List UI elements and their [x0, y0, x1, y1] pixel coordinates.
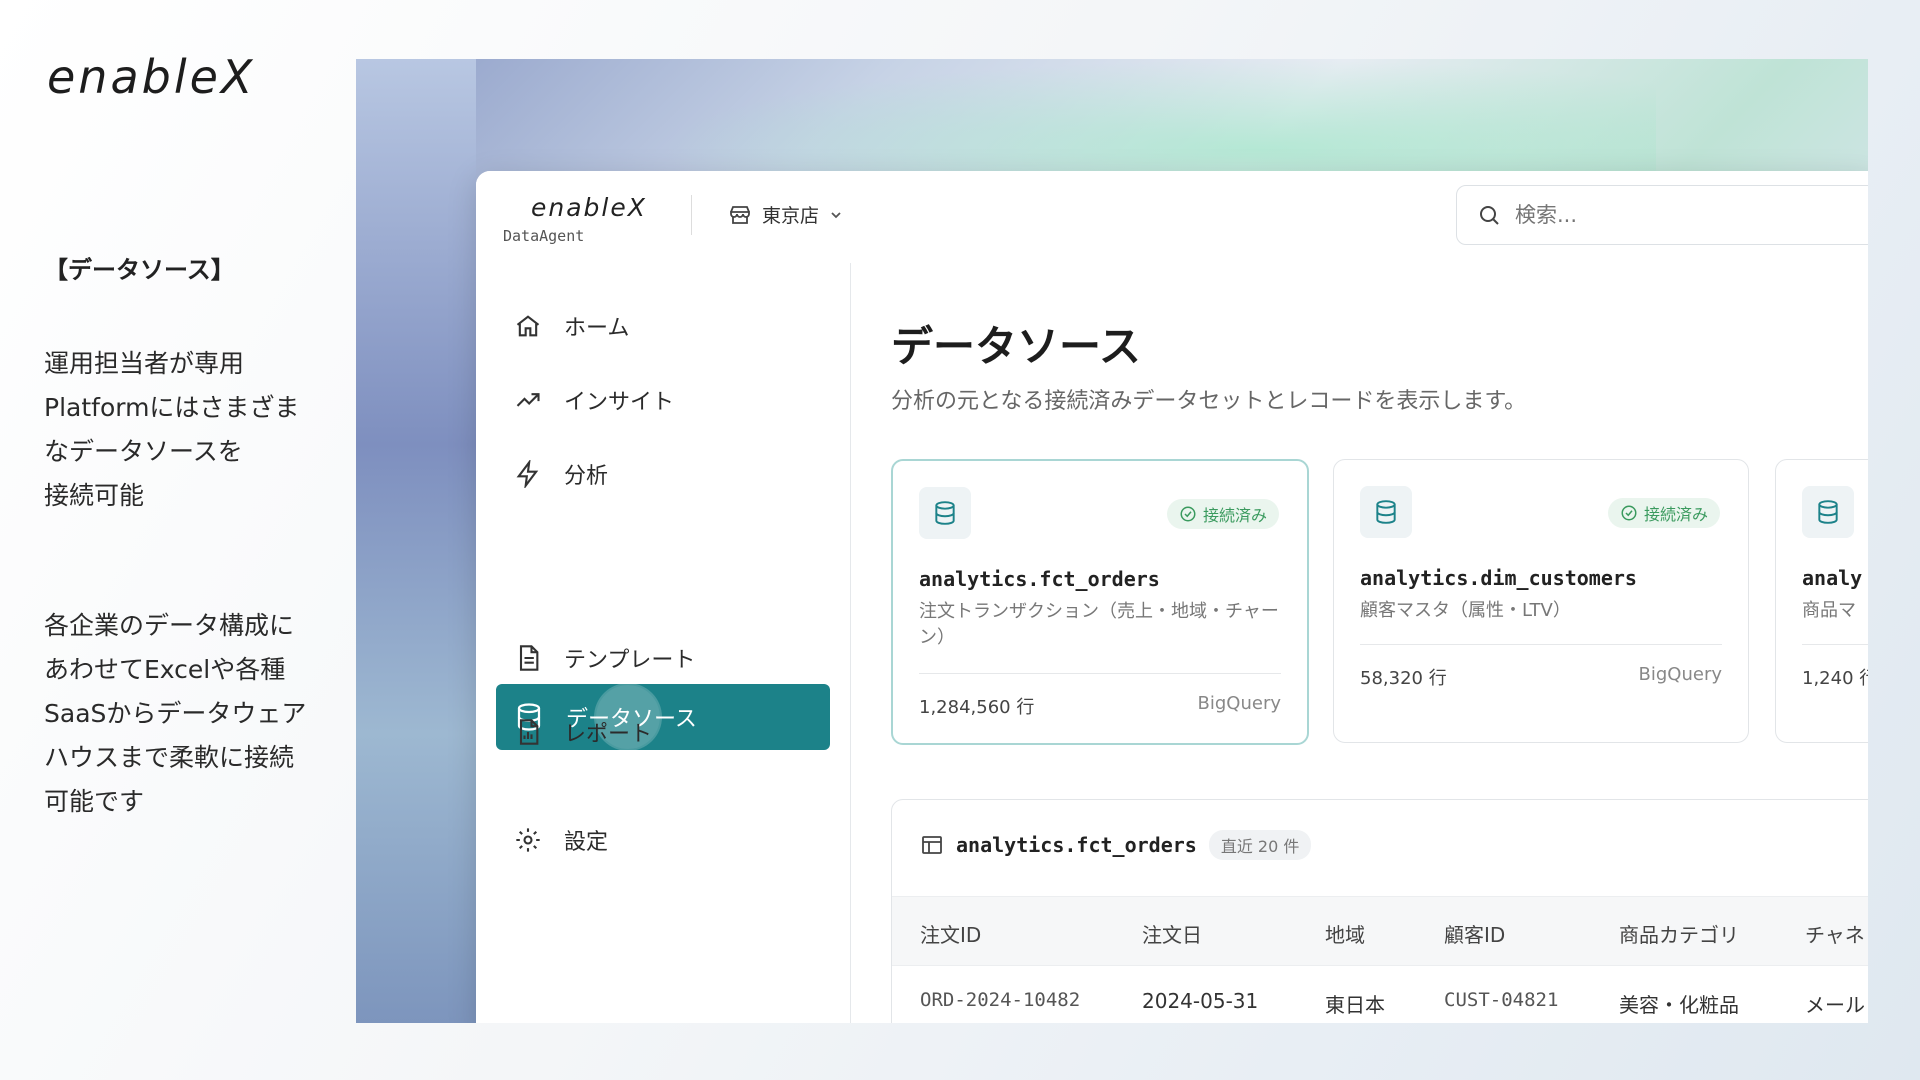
column-header[interactable]: 商品カテゴリ — [1619, 919, 1739, 948]
datasource-description: 商品マ — [1802, 600, 1856, 621]
datasource-row-count: 58,320 行 — [1360, 668, 1447, 689]
sidebar: ホーム インサイト 分析 データソース テンプレート レポート 設定 — [476, 263, 851, 1023]
datasource-card[interactable]: analy 商品マ 1,240 行 — [1775, 459, 1868, 743]
datasource-description: 顧客マスタ（属性・LTV） — [1360, 600, 1571, 621]
table-cell: ORD-2024-10482 — [920, 989, 1081, 1011]
main-content: データソース 分析の元となる接続済みデータセットとレコードを表示します。 接続済… — [851, 263, 1868, 1023]
status-badge: 接続済み — [1166, 499, 1279, 529]
column-header[interactable]: 地域 — [1325, 919, 1365, 948]
section-title: 【データソース】 — [44, 256, 235, 284]
page-subtitle: 分析の元となる接続済みデータセットとレコードを表示します。 — [891, 389, 1527, 414]
records-table-panel: analytics.fct_orders 直近 20 件 注文ID 注文日 地域… — [891, 799, 1868, 1023]
datasource-name: analytics.dim_customers — [1360, 566, 1637, 590]
column-header[interactable]: チャネ — [1805, 919, 1865, 948]
database-icon — [1802, 486, 1854, 538]
report-icon — [519, 719, 539, 745]
sidebar-item-label: ホーム — [564, 316, 630, 341]
chevron-down-icon — [831, 211, 841, 218]
table-cell: 2024-05-31 — [1142, 989, 1259, 1013]
column-header[interactable]: 注文ID — [920, 919, 981, 948]
sidebar-item-label: 分析 — [564, 464, 609, 489]
card-divider — [1802, 644, 1868, 645]
check-circle-icon — [1180, 506, 1196, 522]
table-header-row: 注文ID 注文日 地域 顧客ID 商品カテゴリ チャネ — [892, 896, 1868, 966]
column-header[interactable]: 注文日 — [1142, 919, 1202, 948]
sidebar-item-label: インサイト — [564, 390, 675, 415]
frame-background-band — [356, 59, 476, 1023]
sidebar-item-analysis[interactable]: 分析 — [496, 441, 830, 507]
brand-logo: enableX — [47, 50, 256, 104]
search-input[interactable] — [1513, 202, 1817, 228]
sidebar-item-label: テンプレート — [564, 648, 696, 673]
database-icon — [919, 487, 971, 539]
sidebar-item-settings[interactable]: 設定 — [496, 807, 830, 873]
table-cell: メール — [1805, 993, 1865, 1017]
column-header[interactable]: 顧客ID — [1444, 919, 1505, 948]
sidebar-item-home[interactable]: ホーム — [496, 293, 830, 359]
table-icon — [922, 836, 942, 854]
slide-text-panel: enableX 【データソース】 運用担当者が専用 Platformにはさまざま… — [0, 0, 350, 1080]
bolt-icon — [516, 460, 539, 488]
card-divider — [919, 673, 1281, 674]
sidebar-item-template[interactable]: テンプレート — [496, 625, 830, 691]
table-cell: 東日本 — [1325, 993, 1385, 1017]
store-name: 東京店 — [762, 205, 820, 227]
app-header: enableX DataAgent 東京店 — [476, 171, 1868, 264]
datasource-card[interactable]: 接続済み analytics.dim_customers 顧客マスタ（属性・LT… — [1333, 459, 1749, 743]
header-divider — [691, 195, 692, 235]
home-icon — [516, 315, 540, 337]
datasource-description: 注文トランザクション（売上・地域・チャーン） — [919, 601, 1279, 648]
status-badge-label: 接続済み — [1202, 506, 1267, 525]
search-box[interactable] — [1456, 185, 1868, 245]
table-title: analytics.fct_orders 直近 20 件 — [920, 830, 1312, 860]
card-divider — [1360, 644, 1722, 645]
description-2: 各企業のデータ構成に あわせてExcelや各種 SaaSからデータウェア ハウス… — [44, 611, 307, 816]
gear-icon — [516, 828, 540, 852]
document-icon — [519, 645, 539, 671]
sidebar-item-label: 設定 — [564, 830, 609, 855]
table-cell: CUST-04821 — [1444, 989, 1559, 1011]
search-icon — [1480, 206, 1499, 225]
status-badge-label: 接続済み — [1643, 505, 1708, 524]
datasource-card[interactable]: 接続済み analytics.fct_orders 注文トランザクション（売上・… — [891, 459, 1309, 745]
table-name: analytics.fct_orders — [956, 833, 1197, 857]
datasource-name: analy — [1802, 566, 1863, 590]
status-badge: 接続済み — [1607, 498, 1720, 528]
sidebar-item-report[interactable]: レポート — [496, 699, 830, 765]
datasource-source: BigQuery — [1638, 664, 1722, 685]
page-title: データソース — [891, 322, 1141, 371]
database-icon — [1360, 486, 1412, 538]
datasource-source: BigQuery — [1197, 693, 1281, 714]
datasource-row-count: 1,240 行 — [1802, 668, 1868, 689]
datasource-name: analytics.fct_orders — [919, 567, 1160, 591]
app-window: enableX DataAgent 東京店 ホーム インサイト — [476, 171, 1868, 1023]
table-cell: 美容・化粧品 — [1619, 993, 1739, 1017]
table-row[interactable]: ORD-2024-10482 2024-05-31 東日本 CUST-04821… — [892, 965, 1868, 1023]
sidebar-item-insight[interactable]: インサイト — [496, 367, 830, 433]
record-count-badge: 直近 20 件 — [1208, 830, 1312, 860]
description-1: 運用担当者が専用 Platformにはさまざま なデータソースを 接続可能 — [44, 349, 300, 510]
app-logo[interactable]: enableX — [531, 193, 647, 222]
check-circle-icon — [1621, 505, 1637, 521]
store-icon — [730, 205, 750, 224]
datasource-row-count: 1,284,560 行 — [919, 697, 1035, 718]
trend-icon — [516, 393, 540, 407]
screenshot-frame: enableX DataAgent 東京店 ホーム インサイト — [356, 59, 1868, 1023]
app-logo-subtitle: DataAgent — [503, 227, 585, 245]
store-selector[interactable]: 東京店 — [728, 201, 843, 228]
sidebar-item-label: レポート — [564, 722, 653, 747]
